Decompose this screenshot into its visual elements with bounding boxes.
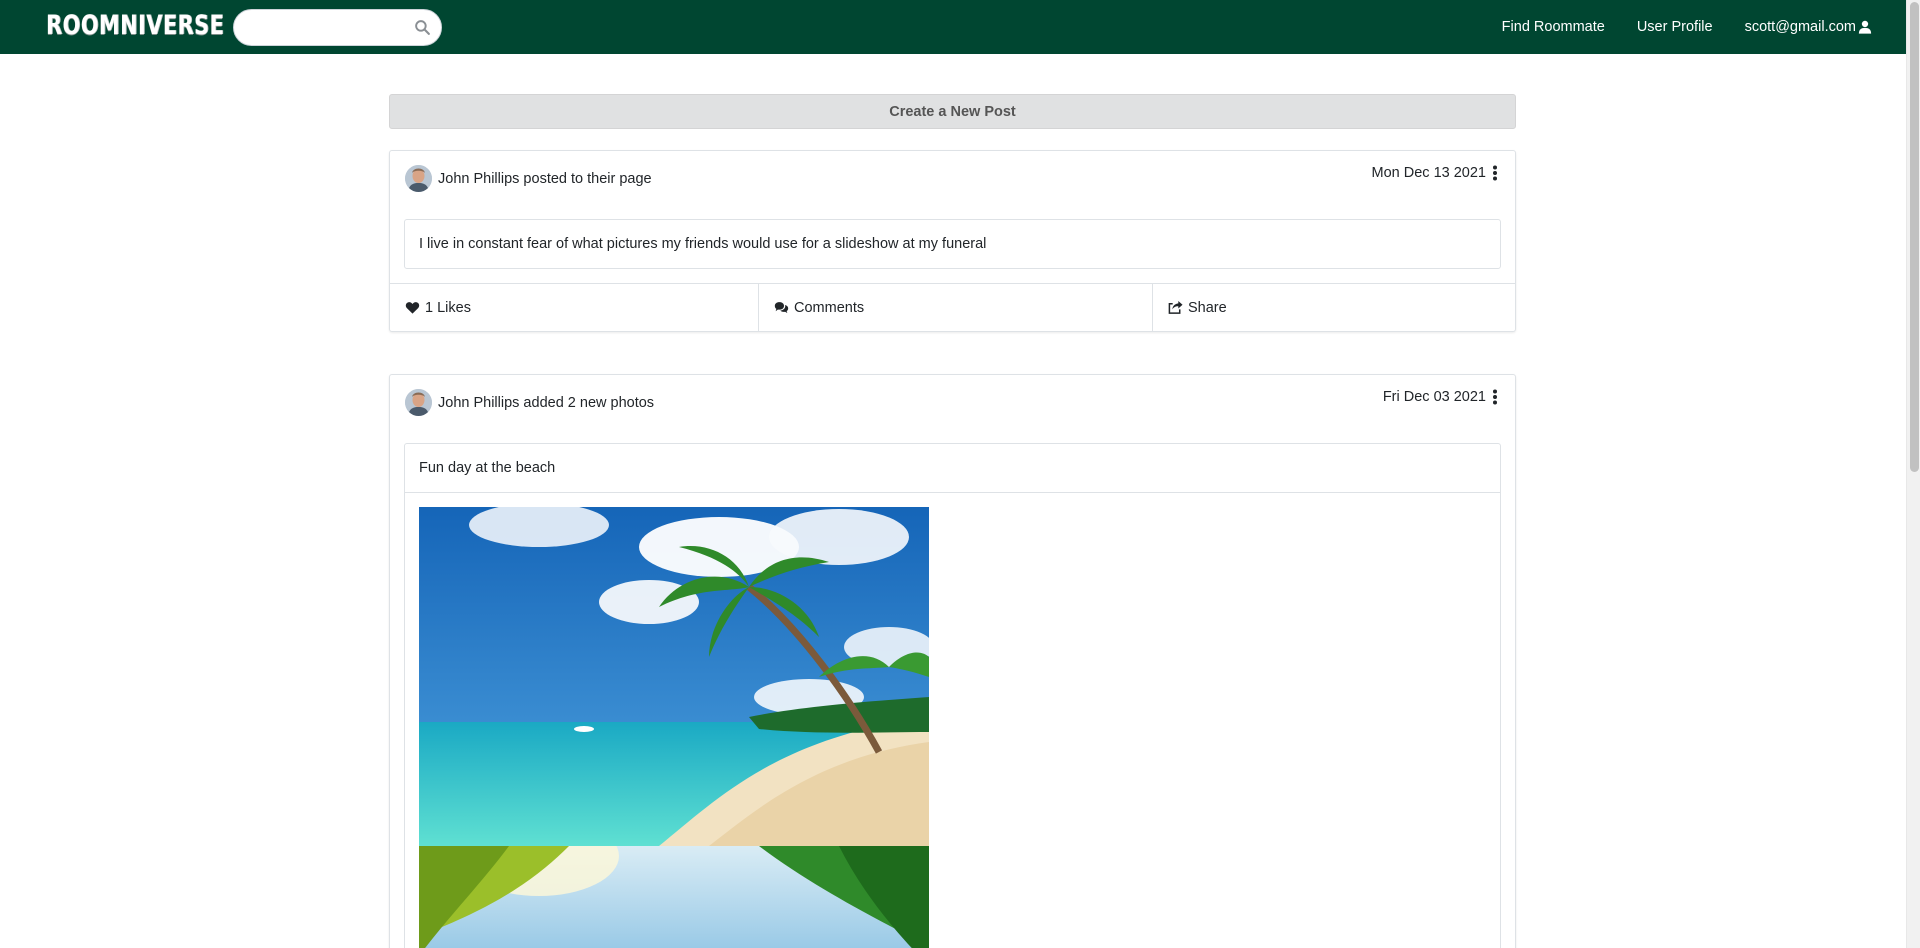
share-button[interactable]: Share (1153, 284, 1515, 331)
nav-find-roommate[interactable]: Find Roommate (1502, 19, 1605, 35)
post-author-line: John Phillips posted to their page (438, 170, 652, 187)
post-date-text: Mon Dec 13 2021 (1371, 165, 1486, 181)
post-date-text: Fri Dec 03 2021 (1382, 389, 1486, 405)
comments-button[interactable]: Comments (759, 284, 1153, 331)
palm-photo[interactable] (419, 846, 929, 948)
user-email: scott@gmail.com (1744, 19, 1856, 35)
post-date: Fri Dec 03 2021 (1383, 389, 1500, 405)
post-author-line: John Phillips added 2 new photos (438, 394, 655, 411)
top-navbar: ROOMNIVERSE Find Roommate User Profile s… (0, 0, 1906, 54)
create-post-button[interactable]: Create a New Post (389, 94, 1516, 129)
kebab-icon[interactable] (1490, 389, 1500, 405)
comments-icon (774, 302, 789, 314)
heart-icon (405, 302, 420, 314)
post-photos (405, 492, 1500, 948)
post-date: Mon Dec 13 2021 (1372, 165, 1500, 181)
search-icon[interactable] (414, 19, 431, 36)
share-icon (1168, 300, 1183, 314)
comments-label: Comments (794, 299, 865, 316)
kebab-icon[interactable] (1490, 165, 1500, 181)
post-author: John Phillips posted to their page (405, 165, 652, 192)
beach-photo[interactable] (419, 507, 929, 846)
post-body: I live in constant fear of what pictures… (404, 219, 1501, 269)
post-author: John Phillips added 2 new photos (405, 389, 654, 416)
page-scrollbar[interactable] (1906, 0, 1920, 948)
search-input[interactable] (248, 18, 408, 38)
feed: Create a New Post John Phillips posted t… (389, 94, 1516, 948)
post-header: John Phillips added 2 new photos Fri Dec… (390, 375, 1515, 445)
avatar[interactable] (405, 389, 432, 416)
like-button[interactable]: 1 Likes (390, 284, 759, 331)
nav-user-account[interactable]: scott@gmail.com (1745, 19, 1872, 35)
post-card: John Phillips added 2 new photos Fri Dec… (389, 374, 1516, 948)
avatar[interactable] (405, 165, 432, 192)
post-text: I live in constant fear of what pictures… (419, 236, 987, 252)
share-label: Share (1188, 299, 1227, 316)
user-icon (1858, 20, 1872, 34)
app-logo[interactable]: ROOMNIVERSE (46, 10, 224, 42)
post-card: John Phillips posted to their page Mon D… (389, 150, 1516, 332)
post-body: Fun day at the beach (404, 443, 1501, 948)
search-box (233, 9, 442, 46)
post-actions: 1 Likes Comments Share (390, 283, 1515, 331)
likes-count: 1 Likes (425, 299, 471, 316)
post-header: John Phillips posted to their page Mon D… (390, 151, 1515, 221)
nav-links: Find Roommate User Profile scott@gmail.c… (1470, 0, 1872, 54)
scrollbar-thumb[interactable] (1910, 2, 1919, 472)
nav-user-profile[interactable]: User Profile (1637, 19, 1713, 35)
post-text: Fun day at the beach (419, 460, 556, 476)
